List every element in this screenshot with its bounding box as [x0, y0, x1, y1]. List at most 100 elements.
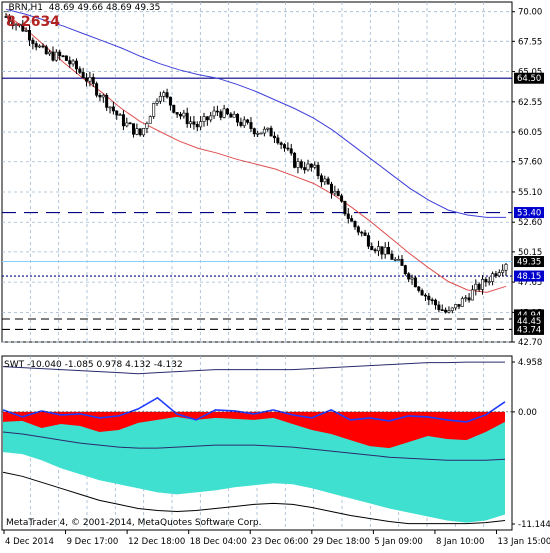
- candle-body: [448, 311, 450, 313]
- symbol-header: _BRN,H1 48.69 49.66 48.69 49.35: [4, 3, 160, 13]
- time-tick-label: 8 Jan 10:00: [436, 537, 484, 547]
- candle-body: [411, 278, 413, 279]
- price-tick-label: 42.70: [518, 338, 542, 348]
- candle-body: [82, 72, 84, 77]
- candle-body: [152, 103, 154, 116]
- candle-body: [337, 191, 339, 196]
- candle-body: [216, 111, 218, 112]
- candle-body: [260, 133, 262, 134]
- time-tick-label: 9 Dec 17:00: [67, 537, 119, 547]
- candle-body: [428, 296, 430, 300]
- candle-body: [42, 46, 44, 47]
- time-tick-label: 13 Jan 15:00: [498, 537, 550, 547]
- time-tick-label: 5 Jan 09:00: [374, 537, 422, 547]
- price-tick-label: 62.55: [518, 98, 542, 108]
- candle-body: [407, 274, 409, 279]
- price-tick-label: 67.55: [518, 37, 542, 47]
- candle-body: [434, 300, 436, 305]
- candle-body: [374, 250, 376, 251]
- candle-body: [89, 77, 91, 81]
- candle-body: [414, 278, 416, 287]
- candle-body: [206, 117, 208, 120]
- candle-body: [387, 247, 389, 254]
- candle-body: [193, 122, 195, 125]
- candle-body: [142, 128, 144, 135]
- candle-body: [48, 52, 50, 54]
- candle-body: [28, 30, 30, 40]
- candle-body: [350, 219, 352, 222]
- candle-body: [418, 287, 420, 291]
- candle-body: [179, 114, 181, 116]
- candle-body: [62, 56, 64, 57]
- candle-body: [146, 123, 148, 128]
- candle-body: [243, 120, 245, 126]
- candle-body: [166, 93, 168, 97]
- candle-body: [401, 259, 403, 265]
- candle-body: [52, 52, 54, 60]
- candle-body: [280, 143, 282, 145]
- candle-body: [277, 138, 279, 143]
- candle-body: [253, 129, 255, 134]
- candle-body: [404, 266, 406, 274]
- candle-body: [156, 101, 158, 103]
- candle-body: [438, 305, 440, 310]
- candle-body: [287, 148, 289, 149]
- chart-window[interactable]: 70.0067.5565.0562.5560.0557.6055.1052.60…: [0, 0, 550, 550]
- candle-body: [209, 116, 211, 120]
- candle-body: [451, 308, 453, 311]
- candle-body: [361, 232, 363, 233]
- candle-body: [491, 274, 493, 282]
- chart-canvas[interactable]: 70.0067.5565.0562.5560.0557.6055.1052.60…: [0, 0, 550, 550]
- candle-body: [189, 122, 191, 124]
- candle-body: [307, 164, 309, 170]
- candle-body: [173, 105, 175, 112]
- candle-body: [230, 114, 232, 117]
- candle-body: [267, 128, 269, 129]
- candle-body: [340, 196, 342, 201]
- candle-body: [236, 114, 238, 122]
- candle-body: [149, 117, 151, 124]
- candle-body: [109, 107, 111, 108]
- candle-body: [45, 47, 47, 54]
- candle-body: [196, 124, 198, 127]
- candle-body: [303, 168, 305, 170]
- time-tick-label: 12 Dec 18:00: [128, 537, 185, 547]
- candle-body: [357, 227, 359, 232]
- candle-body: [169, 97, 171, 105]
- time-tick-label: 23 Dec 06:00: [251, 537, 308, 547]
- candle-body: [38, 46, 40, 47]
- candle-body: [384, 247, 386, 254]
- candle-body: [220, 112, 222, 118]
- candle-body: [55, 52, 57, 60]
- candle-body: [330, 184, 332, 193]
- candle-body: [240, 122, 242, 125]
- candle-body: [324, 179, 326, 182]
- candle-body: [290, 149, 292, 153]
- candle-body: [122, 115, 124, 126]
- price-tick-label: 70.00: [518, 8, 542, 18]
- candle-body: [495, 274, 497, 276]
- candle-body: [273, 136, 275, 138]
- candle-body: [310, 164, 312, 167]
- candle-body: [421, 291, 423, 296]
- candle-body: [283, 145, 285, 148]
- price-tick-label: 57.60: [518, 158, 542, 168]
- candle-body: [79, 69, 81, 72]
- candle-body: [116, 111, 118, 115]
- candle-body: [32, 40, 34, 43]
- candle-body: [344, 201, 346, 214]
- candle-body: [454, 304, 456, 307]
- candle-body: [431, 300, 433, 301]
- candle-body: [112, 107, 114, 111]
- candle-body: [75, 61, 77, 69]
- time-tick-label: 4 Dec 2014: [5, 537, 54, 547]
- candle-body: [263, 129, 265, 133]
- candle-body: [199, 122, 201, 127]
- candle-body: [233, 114, 235, 117]
- candle-body: [501, 270, 503, 272]
- candle-body: [126, 123, 128, 126]
- candle-body: [132, 124, 134, 135]
- candle-body: [394, 259, 396, 260]
- candle-body: [256, 133, 258, 134]
- candle-body: [391, 254, 393, 259]
